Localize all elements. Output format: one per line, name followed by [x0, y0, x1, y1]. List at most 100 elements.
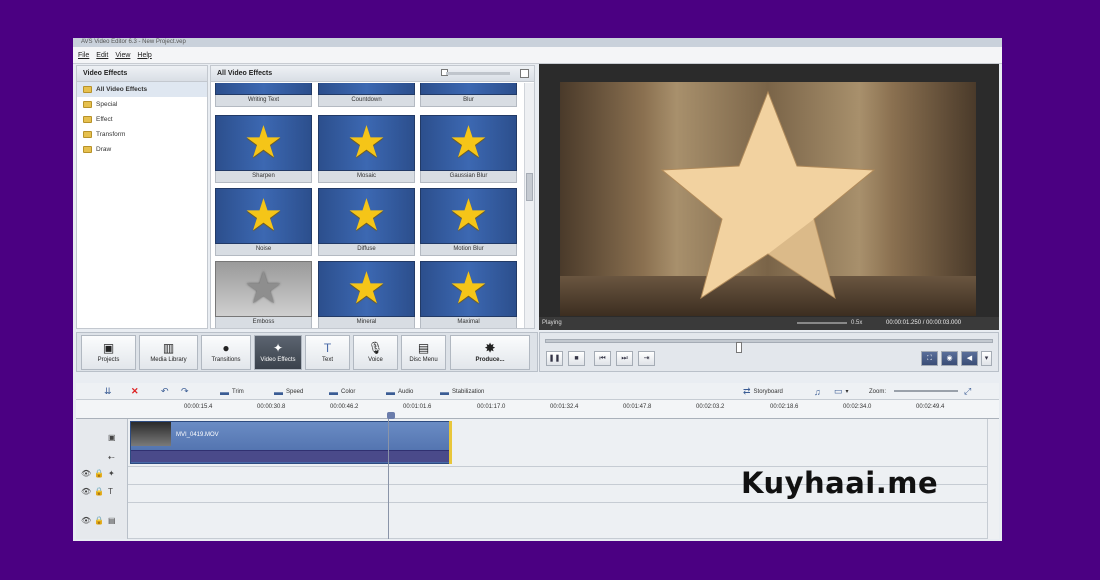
grid-zoom-slider[interactable]: [446, 72, 510, 75]
timeline-ruler[interactable]: 00:00:15.4 00:00:30.8 00:00:46.2 00:01:0…: [76, 400, 999, 419]
stabilization-icon: ▬: [440, 386, 449, 397]
delete-button[interactable]: ✕: [131, 386, 139, 397]
stop-button[interactable]: ■: [568, 351, 585, 366]
undo-icon: ↶: [161, 386, 169, 396]
playhead-handle[interactable]: [387, 412, 395, 419]
disc-menu-button[interactable]: ▤ Disc Menu: [401, 335, 446, 370]
video-clip[interactable]: MVI_0419.MOV: [130, 421, 452, 464]
effect-tile-label: Sharpen: [215, 171, 312, 183]
produce-button[interactable]: ✸ Produce...: [450, 335, 530, 370]
tree-item-transform[interactable]: Transform: [77, 127, 207, 142]
menu-help[interactable]: Help: [137, 52, 151, 59]
folder-icon: [83, 86, 92, 93]
effect-tile-diffuse[interactable]: ★ Diffuse: [318, 188, 415, 258]
next-frame-button[interactable]: ⏭: [616, 351, 633, 366]
folder-icon: [83, 101, 92, 108]
stabilization-button[interactable]: ▬ Stabilization: [440, 386, 484, 397]
star-icon: ★: [215, 83, 312, 95]
effect-tile-gaussian-blur[interactable]: ★ Gaussian Blur: [420, 115, 517, 185]
ruler-tick: 00:02:34.0: [843, 404, 872, 410]
fullscreen-button[interactable]: ⛶: [921, 351, 938, 366]
effects-grid-scrollbar[interactable]: [524, 83, 534, 328]
play-selection-button[interactable]: ⇥: [638, 351, 655, 366]
grid-maximize-icon[interactable]: [520, 69, 529, 78]
star-icon: ★: [215, 115, 312, 171]
menu-edit[interactable]: Edit: [96, 52, 108, 59]
effect-tile-sharpen[interactable]: ★ Sharpen: [215, 115, 312, 185]
seek-handle[interactable]: [736, 342, 742, 353]
voice-record-button[interactable]: ♫: [814, 386, 821, 397]
timeline-zoom-slider[interactable]: [894, 390, 958, 392]
speed-button[interactable]: ▬ Speed: [274, 386, 303, 397]
snapshot-button[interactable]: ◉: [941, 351, 958, 366]
effects-tree-panel: Video Effects All Video Effects Special …: [76, 65, 208, 329]
effect-tile-noise[interactable]: ★ Noise: [215, 188, 312, 258]
add-to-timeline-button[interactable]: ⇊: [104, 386, 112, 397]
speed-slider[interactable]: [797, 322, 847, 324]
tree-item-draw[interactable]: Draw: [77, 142, 207, 157]
volume-dropdown[interactable]: ▾: [981, 351, 992, 366]
timeline-toolbar: ⇊ ✕ ↶ ↷ ▬ Trim ▬ Speed ▬ Color ▬ Audio ▬ Stab…: [76, 383, 999, 400]
menu-view[interactable]: View: [115, 52, 130, 59]
projects-button[interactable]: ▣ Projects: [81, 335, 136, 370]
produce-icon: ✸: [484, 341, 496, 355]
audio-icon: ▬: [386, 386, 395, 397]
effects-track-icon: ✦: [108, 469, 115, 478]
scrollbar-thumb[interactable]: [526, 173, 533, 201]
pause-button[interactable]: ❚❚: [546, 351, 563, 366]
undo-button[interactable]: ↶: [161, 386, 169, 397]
lock-icon[interactable]: 🔒: [94, 469, 104, 478]
title-bar: AVS Video Editor 6.3 - New Project.vep: [73, 38, 1002, 47]
media-library-icon: ▥: [162, 341, 175, 355]
tree-item-effect[interactable]: Effect: [77, 112, 207, 127]
star-icon: ★: [215, 261, 312, 317]
track-headers: ▣ ⇠ 👁 🔒 ✦ 👁 🔒 T 👁 🔒 ▤: [76, 419, 128, 539]
effect-tile-blur[interactable]: ★Blur: [420, 83, 517, 109]
effect-tile-label: Emboss: [215, 317, 312, 328]
fit-timeline-button[interactable]: ⤢: [964, 386, 971, 397]
media-library-label: Media Library: [150, 357, 187, 363]
seek-bar[interactable]: [545, 339, 993, 353]
visibility-icon[interactable]: 👁: [81, 469, 91, 478]
clip-end-marker[interactable]: [449, 421, 452, 464]
lock-icon[interactable]: 🔒: [94, 487, 104, 496]
fit-icon: ⤢: [964, 386, 972, 396]
effect-tile-countdown[interactable]: ★Countdown: [318, 83, 415, 109]
volume-button[interactable]: ◀: [961, 351, 978, 366]
chevron-down-icon: ▾: [845, 389, 849, 395]
voice-button[interactable]: 🎙 Voice: [353, 335, 398, 370]
view-mode-button[interactable]: ▭ ▾: [834, 386, 849, 397]
tree-item-all-video-effects[interactable]: All Video Effects: [77, 82, 207, 97]
lock-icon[interactable]: 🔒: [94, 516, 104, 525]
effect-tile-maximal[interactable]: ★ Maximal: [420, 261, 517, 328]
playback-status: Playing: [542, 320, 562, 326]
effect-tile-label: Blur: [420, 95, 517, 107]
menu-file[interactable]: File: [78, 52, 89, 59]
media-library-button[interactable]: ▥ Media Library: [139, 335, 198, 370]
star-icon: ★: [420, 83, 517, 95]
tree-item-label: Transform: [96, 131, 126, 138]
trim-button[interactable]: ▬ Trim: [220, 386, 244, 397]
effect-tile-motion-blur[interactable]: ★ Motion Blur: [420, 188, 517, 258]
storyboard-button[interactable]: ⇄ Storyboard: [743, 386, 783, 397]
redo-button[interactable]: ↷: [181, 386, 189, 397]
effect-tile-writing-text[interactable]: ★Writing Text: [215, 83, 312, 109]
transitions-button[interactable]: ● Transitions: [201, 335, 251, 370]
effect-tile-mineral[interactable]: ★ Mineral: [318, 261, 415, 328]
previous-frame-button[interactable]: ⏮: [594, 351, 611, 366]
zoom-label: Zoom:: [869, 386, 886, 397]
star-icon: ★: [420, 261, 517, 317]
color-button[interactable]: ▬ Color: [329, 386, 355, 397]
visibility-icon[interactable]: 👁: [81, 487, 91, 496]
audio-button[interactable]: ▬ Audio: [386, 386, 413, 397]
effect-tile-emboss[interactable]: ★ Emboss: [215, 261, 312, 328]
folder-icon: [83, 131, 92, 138]
tree-item-special[interactable]: Special: [77, 97, 207, 112]
effect-tile-mosaic[interactable]: ★ Mosaic: [318, 115, 415, 185]
text-button[interactable]: T Text: [305, 335, 350, 370]
timeline-scrollbar[interactable]: [987, 419, 999, 539]
overlay-track[interactable]: [128, 503, 987, 539]
visibility-icon[interactable]: 👁: [81, 516, 91, 525]
effect-tile-label: Mosaic: [318, 171, 415, 183]
video-effects-button[interactable]: ✦ Video Effects: [254, 335, 302, 370]
